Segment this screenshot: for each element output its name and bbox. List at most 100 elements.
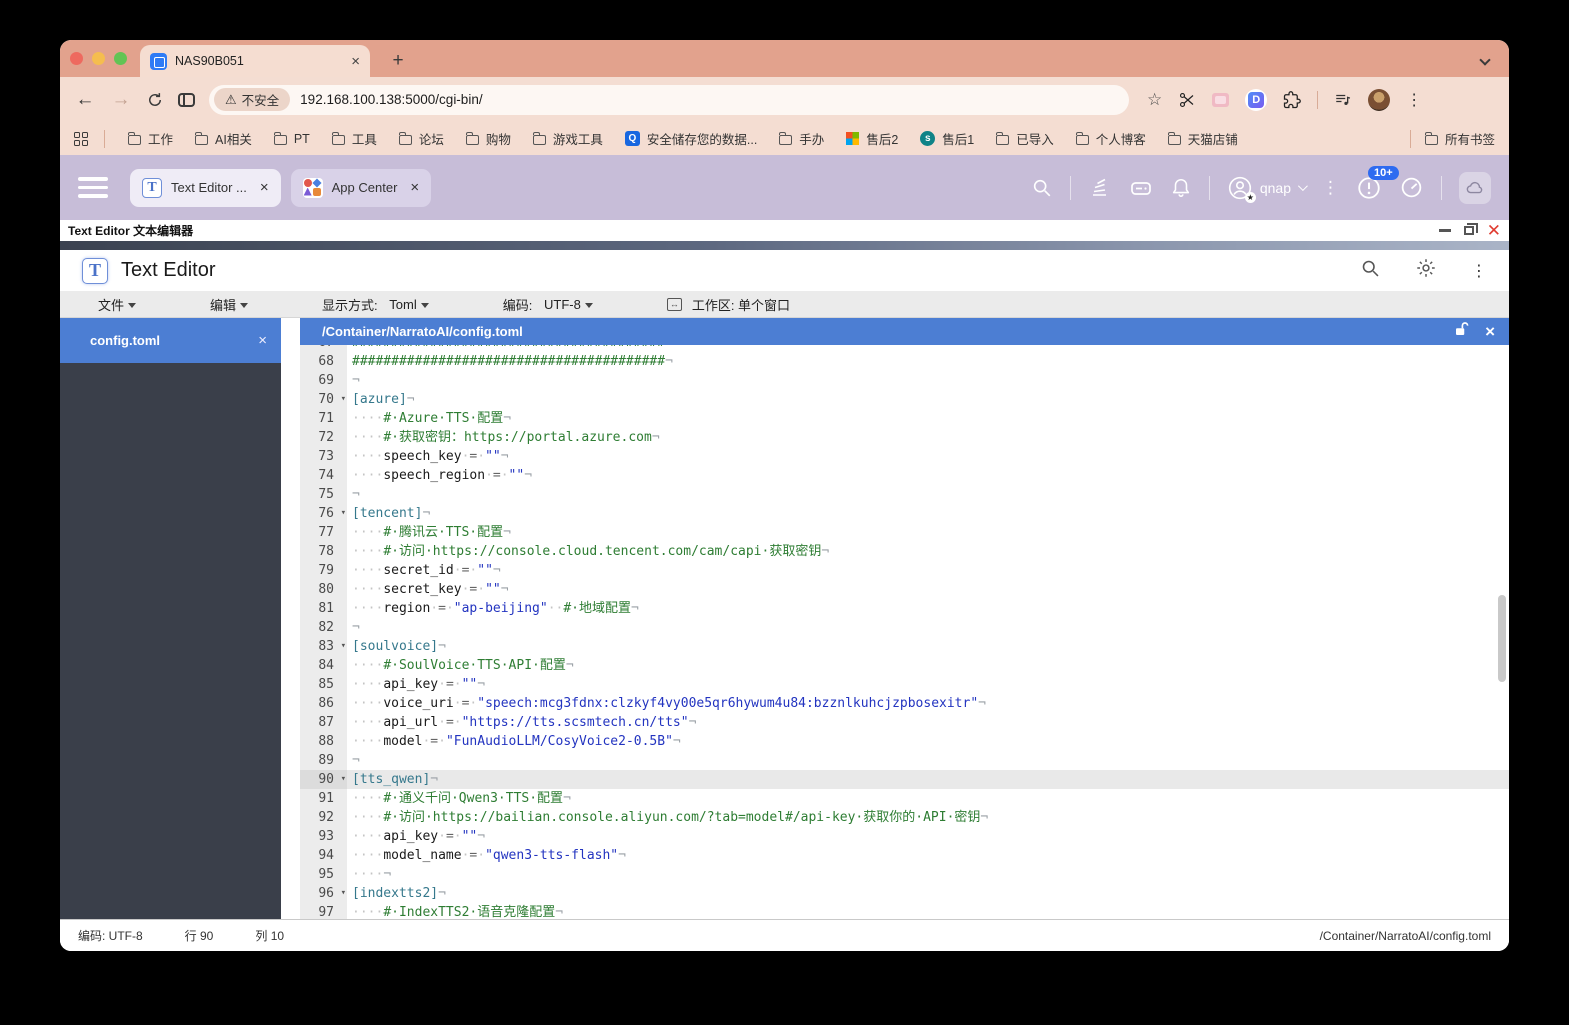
- code-line[interactable]: 97 ····#·IndexTTS2·语音克隆配置¬: [300, 903, 1509, 919]
- code-line[interactable]: 71 ····#·Azure·TTS·配置¬: [300, 409, 1509, 428]
- search-icon[interactable]: [1360, 258, 1381, 284]
- system-alerts-icon[interactable]: 10+: [1356, 165, 1399, 201]
- bookmark-star-icon[interactable]: ☆: [1147, 90, 1162, 110]
- bookmark-item[interactable]: AI相关: [186, 125, 261, 152]
- code-line[interactable]: 69 ¬: [300, 371, 1509, 390]
- code-line[interactable]: 77 ····#·腾讯云·TTS·配置¬: [300, 523, 1509, 542]
- code-line[interactable]: 95 ····¬: [300, 865, 1509, 884]
- site-security-chip[interactable]: ⚠ 不安全: [214, 88, 291, 111]
- minimize-icon[interactable]: [1438, 229, 1451, 232]
- sidebar-file-item[interactable]: config.toml ×: [60, 318, 281, 363]
- code-line[interactable]: 83 ▾ [soulvoice]¬: [300, 637, 1509, 656]
- myqnapcloud-icon[interactable]: [1459, 171, 1491, 204]
- menu-workspace[interactable]: ↔ 工作区: 单个窗口: [659, 295, 798, 314]
- code-line[interactable]: 89 ¬: [300, 751, 1509, 770]
- gear-icon[interactable]: [1415, 257, 1437, 284]
- code-line[interactable]: 86 ····voice_uri·=·"speech:mcg3fdnx:clzky…: [300, 694, 1509, 713]
- bookmark-item[interactable]: 论坛: [390, 125, 453, 152]
- fold-arrow-icon[interactable]: ▾: [341, 390, 346, 409]
- bookmark-item[interactable]: 购物: [457, 125, 520, 152]
- code-line[interactable]: 67######################################…: [300, 345, 1509, 352]
- qnap-tab-app-center[interactable]: App Center ×: [290, 168, 432, 207]
- zoom-window-button[interactable]: [114, 52, 127, 65]
- minimize-window-button[interactable]: [92, 52, 105, 65]
- close-document-icon[interactable]: ×: [1485, 322, 1495, 342]
- vertical-scrollbar[interactable]: [1498, 595, 1506, 682]
- d-extension-icon[interactable]: D: [1245, 88, 1268, 111]
- tab-overflow-chevron-icon[interactable]: [1479, 51, 1497, 67]
- menu-edit[interactable]: 编辑: [202, 295, 256, 314]
- code-line[interactable]: 70 ▾ [azure]¬: [300, 390, 1509, 409]
- code-line[interactable]: 78 ····#·访问·https://console.cloud.tencent…: [300, 542, 1509, 561]
- forward-button[interactable]: →: [110, 89, 132, 111]
- code-line[interactable]: 76 ▾ [tencent]¬: [300, 504, 1509, 523]
- browser-tab[interactable]: NAS90B051 ×: [140, 45, 370, 77]
- unlock-icon[interactable]: [1453, 320, 1471, 343]
- sidebar-splitter[interactable]: [281, 318, 300, 919]
- restore-icon[interactable]: [1463, 223, 1478, 235]
- reload-button[interactable]: [146, 91, 164, 109]
- notifications-bell-icon[interactable]: [1170, 177, 1192, 199]
- qnap-tab-text-editor[interactable]: T Text Editor ... ×: [130, 168, 281, 207]
- new-tab-button[interactable]: +: [385, 48, 411, 74]
- code-line[interactable]: 80 ····secret_key·=·""¬: [300, 580, 1509, 599]
- bookmark-item[interactable]: s 售后1: [911, 125, 983, 152]
- code-line[interactable]: 82 ¬: [300, 618, 1509, 637]
- fold-arrow-icon[interactable]: ▾: [341, 504, 346, 523]
- close-window-button[interactable]: [70, 52, 83, 65]
- code-line[interactable]: 84 ····#·SoulVoice·TTS·API·配置¬: [300, 656, 1509, 675]
- reading-list-icon[interactable]: [1334, 91, 1352, 109]
- bookmark-item[interactable]: 个人博客: [1067, 125, 1155, 152]
- code-line[interactable]: 85 ····api_key·=·""¬: [300, 675, 1509, 694]
- profile-avatar[interactable]: [1368, 88, 1391, 111]
- bookmark-item[interactable]: 已导入: [987, 125, 1063, 152]
- bookmark-item[interactable]: 游戏工具: [524, 125, 612, 152]
- device-card-icon[interactable]: [1129, 176, 1153, 200]
- code-line[interactable]: 68 ######################################…: [300, 352, 1509, 371]
- bookmark-item[interactable]: 工作: [119, 125, 182, 152]
- apps-grid-icon[interactable]: [74, 131, 88, 146]
- code-line[interactable]: 87 ····api_url·=·"https://tts.scsmtech.cn…: [300, 713, 1509, 732]
- close-icon[interactable]: ✕: [1487, 222, 1501, 239]
- bookmark-item[interactable]: Q 安全储存您的数据...: [616, 125, 766, 152]
- fold-arrow-icon[interactable]: ▾: [341, 770, 346, 789]
- bookmark-item[interactable]: 工具: [323, 125, 386, 152]
- code-line[interactable]: 74 ····speech_region·=·""¬: [300, 466, 1509, 485]
- menu-file[interactable]: 文件: [90, 295, 144, 314]
- code-line[interactable]: 79 ····secret_id·=·""¬: [300, 561, 1509, 580]
- document-tab-bar[interactable]: /Container/NarratoAI/config.toml ×: [300, 318, 1509, 345]
- code-line[interactable]: 81 ····region·=·"ap-beijing"··#·地域配置¬: [300, 599, 1509, 618]
- code-line[interactable]: 92 ····#·访问·https://bailian.console.aliyu…: [300, 808, 1509, 827]
- menu-encoding[interactable]: 编码: UTF-8: [495, 295, 601, 314]
- bookmark-item[interactable]: 天猫店铺: [1159, 125, 1247, 152]
- user-menu[interactable]: ★ qnap: [1227, 175, 1308, 203]
- extensions-puzzle-icon[interactable]: [1283, 90, 1302, 109]
- background-tasks-icon[interactable]: [1088, 176, 1112, 200]
- code-line[interactable]: 93 ····api_key·=·""¬: [300, 827, 1509, 846]
- back-button[interactable]: ←: [74, 89, 96, 111]
- close-icon[interactable]: ×: [258, 332, 267, 349]
- address-bar[interactable]: ⚠ 不安全 192.168.100.138:5000/cgi-bin/: [209, 84, 1129, 115]
- main-menu-hamburger-icon[interactable]: [78, 177, 108, 198]
- url-text[interactable]: 192.168.100.138:5000/cgi-bin/: [300, 92, 482, 107]
- code-area[interactable]: 67######################################…: [300, 345, 1509, 919]
- close-icon[interactable]: ×: [410, 179, 419, 196]
- editor-menu-kebab-icon[interactable]: ⋮: [1471, 261, 1487, 281]
- code-line[interactable]: 88 ····model·=·"FunAudioLLM/CosyVoice2-0.…: [300, 732, 1509, 751]
- tab-close-icon[interactable]: ×: [351, 53, 360, 70]
- more-options-kebab-icon[interactable]: ⋮: [1322, 178, 1339, 198]
- code-line[interactable]: 75 ¬: [300, 485, 1509, 504]
- fold-arrow-icon[interactable]: ▾: [341, 884, 346, 903]
- code-line[interactable]: 72 ····#·获取密钥：https://portal.azure.com¬: [300, 428, 1509, 447]
- bookmark-item[interactable]: 手办: [770, 125, 833, 152]
- code-line[interactable]: 96 ▾ [indextts2]¬: [300, 884, 1509, 903]
- browser-menu-kebab-icon[interactable]: ⋮: [1406, 90, 1422, 110]
- code-line[interactable]: 73 ····speech_key·=·""¬: [300, 447, 1509, 466]
- editor-window-titlebar[interactable]: Text Editor 文本编辑器 ✕: [60, 220, 1509, 241]
- search-icon[interactable]: [1031, 177, 1053, 199]
- close-icon[interactable]: ×: [260, 179, 269, 196]
- code-line[interactable]: 91 ····#·通义千问·Qwen3·TTS·配置¬: [300, 789, 1509, 808]
- code-line[interactable]: 94 ····model_name·=·"qwen3-tts-flash"¬: [300, 846, 1509, 865]
- bookmark-item[interactable]: PT: [265, 128, 319, 150]
- all-bookmarks-button[interactable]: 所有书签: [1424, 129, 1495, 148]
